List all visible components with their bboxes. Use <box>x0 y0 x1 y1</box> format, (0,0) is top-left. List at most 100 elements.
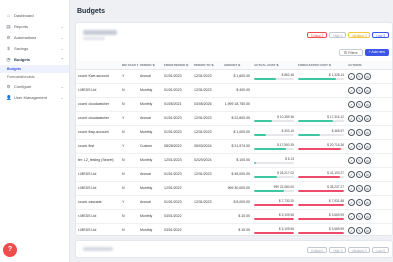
delete-icon[interactable]: ⊘ <box>364 198 371 206</box>
progress-fill <box>254 147 286 150</box>
edit-icon[interactable]: ✎ <box>356 156 363 164</box>
critical-filter-button[interactable]: Critical 0 <box>306 247 328 253</box>
check-icon[interactable]: ✓ <box>348 142 355 150</box>
check-icon[interactable]: ✓ <box>348 156 355 164</box>
forecast-cell: $ 20,716.36 <box>296 139 346 154</box>
edit-icon[interactable]: ✎ <box>356 114 363 122</box>
delete-icon[interactable]: ⊘ <box>364 212 371 220</box>
table-row[interactable]: count: cloudwatcher N Monthly 01/05/2021 03/… <box>76 97 392 112</box>
column-header[interactable]: ACTUAL COST ⇅ <box>252 61 296 70</box>
check-icon[interactable]: ✓ <box>348 72 355 80</box>
delete-icon[interactable]: ⊘ <box>364 142 371 150</box>
delete-icon[interactable]: ⊘ <box>364 156 371 164</box>
delete-icon[interactable]: ⊘ <box>364 114 371 122</box>
low-filter-button[interactable]: Low 0 <box>372 247 389 253</box>
delete-icon[interactable]: ⊘ <box>364 86 371 94</box>
table-row[interactable]: r-MEDS Ltd N Monthly 01/01/2023 12/31/2023 $ … <box>76 83 392 98</box>
actual-cell: $ 10,359.36 <box>252 111 296 126</box>
actual-cell: $ 26,217.02 <box>252 167 296 182</box>
check-icon[interactable]: ✓ <box>348 212 355 220</box>
table-row[interactable]: r-MEDS Ltd N Annual 01/01/2023 12/31/2023 $ 4… <box>76 167 392 182</box>
column-header[interactable]: BM YEAR ⇅ <box>120 61 138 70</box>
medium-filter-button[interactable]: Medium 0 <box>348 32 371 38</box>
table-row[interactable]: count: tbsp-account N Monthly 01/01/2023 12/… <box>76 125 392 140</box>
period-cell: Monthly <box>138 97 162 112</box>
actual-value: $ 17,590.39 <box>277 142 294 147</box>
high-filter-button[interactable]: High 0 <box>329 32 347 38</box>
actual-progress-bar <box>254 147 294 150</box>
table-row[interactable]: count: Kwe-account Y Annual 01/01/2023 12/31… <box>76 69 392 84</box>
sidebar-item-reports[interactable]: ▤ Reports ⌄ <box>0 21 69 32</box>
sidebar-item-savings[interactable]: $ Savings ⌄ <box>0 43 69 54</box>
medium-filter-button[interactable]: Medium 0 <box>348 247 371 253</box>
edit-icon[interactable]: ✎ <box>356 212 363 220</box>
delete-icon[interactable]: ⊘ <box>364 184 371 192</box>
actions-cell: ✓ ✎ ⊘ <box>346 69 392 84</box>
edit-icon[interactable]: ✎ <box>356 72 363 80</box>
actual-progress-bar <box>254 77 294 80</box>
filters-button[interactable]: ☰ Filters <box>338 49 363 56</box>
forecast-value: $ 17,316.12 <box>327 114 344 119</box>
edit-icon[interactable]: ✎ <box>356 128 363 136</box>
table-row[interactable]: ter: L2_testing (Secret) N Monthly 12/01/20… <box>76 153 392 168</box>
edit-icon[interactable]: ✎ <box>356 142 363 150</box>
column-header[interactable]: PERIOD TO ⇅ <box>192 61 222 70</box>
table-row[interactable]: count: first Y Custom 08/28/2022 05/03/2024 $… <box>76 139 392 154</box>
period-to-cell: 12/31/2023 <box>192 69 222 84</box>
sidebar-subitem[interactable]: Forecastsforcasts <box>0 73 69 81</box>
check-icon[interactable]: ✓ <box>348 184 355 192</box>
edit-icon[interactable]: ✎ <box>356 184 363 192</box>
table-row[interactable]: r-MEDS Ltd N Monthly 03/01/2022 $ 10.00 $ 5,1… <box>76 223 392 235</box>
column-header[interactable]: PERIOD ⇅ <box>138 61 162 70</box>
from-period-cell: 01/01/2023 <box>162 69 192 84</box>
check-icon[interactable]: ✓ <box>348 114 355 122</box>
check-icon[interactable]: ✓ <box>348 128 355 136</box>
critical-filter-button[interactable]: Critical 2 <box>306 32 328 38</box>
table-row[interactable]: count: cloudwatcher Y Annual 01/01/2023 12/3… <box>76 111 392 126</box>
check-icon[interactable]: ✓ <box>348 86 355 94</box>
low-filter-button[interactable]: Low 3 <box>372 32 389 38</box>
forecast-progress-bar <box>298 217 344 220</box>
check-icon[interactable]: ✓ <box>348 100 355 108</box>
column-header[interactable]: FORECASTED COST ⇅ <box>296 61 346 70</box>
forecast-cell <box>296 83 346 98</box>
high-filter-button[interactable]: High 0 <box>329 247 347 253</box>
account-name-cell: r-MEDS Ltd <box>76 223 120 235</box>
period-cell: Annual <box>138 69 162 84</box>
edit-icon[interactable]: ✎ <box>356 100 363 108</box>
progress-fill <box>298 119 334 122</box>
table-row[interactable]: count: cascade Y Annual 01/01/2023 12/31/202… <box>76 195 392 210</box>
forecast-cell: $ 35,237.27 <box>296 181 346 196</box>
delete-icon[interactable]: ⊘ <box>364 72 371 80</box>
edit-icon[interactable]: ✎ <box>356 170 363 178</box>
actual-value: $ 26,217.02 <box>277 170 294 175</box>
table-row[interactable]: r-MEDS Ltd N Monthly 03/01/2022 $ 10.00 $ 5,1… <box>76 209 392 224</box>
sidebar-item-dashboard[interactable]: ⌂ Dashboard <box>0 10 69 21</box>
sidebar-subitem[interactable]: Budgets <box>0 65 69 73</box>
edit-icon[interactable]: ✎ <box>356 86 363 94</box>
account-name-redacted <box>83 30 117 35</box>
period-to-cell: 12/31/2023 <box>192 167 222 182</box>
sidebar-item-user-management[interactable]: 👤 User Management ⌄ <box>0 92 69 103</box>
delete-icon[interactable]: ⊘ <box>364 100 371 108</box>
check-icon[interactable]: ✓ <box>348 226 355 234</box>
edit-icon[interactable]: ✎ <box>356 198 363 206</box>
amount-cell: $ 400.00 <box>222 83 252 98</box>
sidebar: ⌂ Dashboard ▤ Reports ⌄ ⚙ Automations ⌄ $ Savings… <box>0 0 70 262</box>
sidebar-item-configure[interactable]: ⚙ Configure ⌄ <box>0 81 69 92</box>
edit-icon[interactable]: ✎ <box>356 226 363 234</box>
check-icon[interactable]: ✓ <box>348 198 355 206</box>
help-button[interactable]: ? <box>3 243 17 257</box>
period-cell: Annual <box>138 167 162 182</box>
table-row[interactable]: r-MEDS Ltd N Monthly 12/01/2022 999 30,000.0… <box>76 181 392 196</box>
column-header[interactable]: AMOUNT ⇅ <box>222 61 252 70</box>
delete-icon[interactable]: ⊘ <box>364 170 371 178</box>
period-to-cell <box>192 223 222 235</box>
sidebar-item-automations[interactable]: ⚙ Automations ⌄ <box>0 32 69 43</box>
check-icon[interactable]: ✓ <box>348 170 355 178</box>
delete-icon[interactable]: ⊘ <box>364 128 371 136</box>
add-new-button[interactable]: + Add new <box>364 49 389 56</box>
delete-icon[interactable]: ⊘ <box>364 226 371 234</box>
sidebar-item-budgets[interactable]: ◷ Budgets ⌃ <box>0 54 69 65</box>
column-header[interactable]: FROM PERIOD ⇅ <box>162 61 192 70</box>
